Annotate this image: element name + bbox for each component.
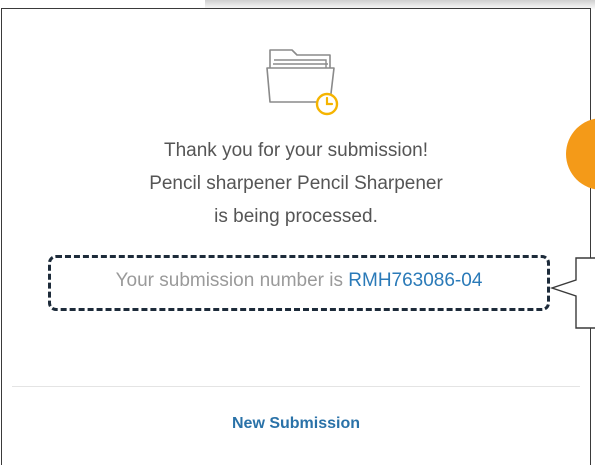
- screenshot-stage: Thank you for your submission! Pencil sh…: [0, 0, 595, 465]
- submission-number-label: Your submission number is: [115, 270, 349, 291]
- message-line-thanks: Thank you for your submission!: [163, 140, 428, 161]
- message-line-status: is being processed.: [214, 206, 378, 227]
- submission-number-value: RMH763086-04: [348, 270, 483, 291]
- submission-number-line: Your submission number is RMH763086-04: [48, 266, 550, 296]
- new-submission-button[interactable]: New Submission: [0, 415, 592, 433]
- callout-pointer-icon: [548, 248, 595, 338]
- confirmation-message: Thank you for your submission! Pencil sh…: [0, 134, 592, 233]
- message-line-item: Pencil sharpener Pencil Sharpener: [149, 173, 443, 194]
- folder-clock-icon: [264, 44, 344, 116]
- footer-divider: [12, 386, 580, 387]
